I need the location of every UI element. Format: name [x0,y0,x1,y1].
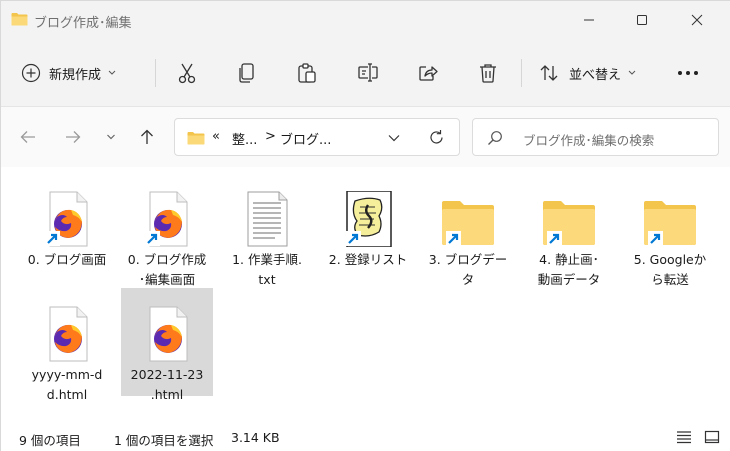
arrow-left-icon [20,131,35,143]
folder-icon [11,13,28,26]
chevron-down-icon [628,70,636,75]
text-file-icon [247,191,288,247]
cut-button[interactable] [174,60,200,86]
paste-icon [298,63,316,83]
firefox-html-icon [149,306,188,362]
command-bar: 新規作成 並べ替え [1,39,730,107]
rename-button[interactable] [355,60,381,86]
large-icons-view-icon[interactable] [704,429,720,445]
chevron-down-icon[interactable] [388,134,400,142]
status-bar: 9 個の項目 1 個の項目を選択 3.14 KB [1,421,730,451]
close-icon [691,14,703,26]
file-name: 5. Googleか ら転送 [633,252,707,287]
window-title: ブログ作成･編集 [34,16,132,31]
list-shortcut-icon [346,191,392,247]
folder-shortcut-icon [644,201,696,246]
item-count: 9 個の項目 [19,433,81,448]
refresh-icon[interactable] [428,129,445,146]
toolbar-divider [155,59,156,87]
file-item[interactable]: 0. ブログ画面 [21,173,113,281]
file-item[interactable]: 1. 作業手順. txt [221,173,313,287]
search-placeholder: ブログ作成･編集の検索 [523,133,655,148]
address-bar[interactable]: « 整... > ブログ... [174,118,460,156]
sort-icon [540,65,558,81]
more-options-button[interactable] [675,61,701,85]
arrow-right-icon [66,131,81,143]
copy-icon [239,63,254,83]
new-button-label: 新規作成 [49,67,102,83]
maximize-icon [637,15,647,25]
file-name: yyyy-mm-d d.html [31,367,103,402]
folder-shortcut-icon [442,201,494,246]
title-bar[interactable]: ブログ作成･編集 [1,1,730,39]
more-icon [678,71,698,75]
file-item[interactable]: 2. 登録リスト [322,173,414,281]
file-item[interactable]: 4. 静止画･ 動画データ [523,173,615,287]
details-view-icon[interactable] [676,429,692,445]
new-button[interactable]: 新規作成 [21,61,116,85]
paste-button[interactable] [294,60,320,86]
close-button[interactable] [674,1,720,39]
selection-count: 1 個の項目を選択 [114,433,214,448]
folder-shortcut-icon [543,201,595,246]
back-button[interactable] [17,126,39,148]
share-button[interactable] [415,60,441,86]
chevron-down-icon [107,134,115,140]
file-name: 1. 作業手順. txt [232,252,302,287]
minimize-icon [584,19,594,21]
recent-locations-button[interactable] [100,126,122,148]
file-name: 3. ブログデー タ [428,252,508,287]
file-name: 2. 登録リスト [328,252,408,267]
file-name: 0. ブログ画面 [27,252,107,267]
firefox-html-icon [49,306,88,362]
arrow-up-icon [141,129,153,144]
explorer-window: ブログ作成･編集 新規作成 並べ替え « 整... > ブログ... ブログ作成… [0,0,730,451]
breadcrumb-item[interactable]: ブログ... [280,129,331,148]
maximize-button[interactable] [619,1,665,39]
search-icon [488,131,502,145]
sort-button[interactable]: 並べ替え [539,61,636,85]
minimize-button[interactable] [566,1,612,39]
breadcrumb-item[interactable]: 整... [232,129,257,148]
file-name: 0. ブログ作成 ･編集画面 [127,252,207,287]
file-item[interactable]: 3. ブログデー タ [422,173,514,287]
delete-button[interactable] [475,60,501,86]
chevron-down-icon [108,70,116,75]
file-item[interactable]: yyyy-mm-d d.html [21,288,113,402]
delete-icon [480,64,496,83]
file-name: 4. 静止画･ 動画データ [537,252,601,287]
file-item-selected[interactable]: 2022-11-23 .html [121,288,213,402]
breadcrumb-overflow[interactable]: « [212,129,220,144]
cut-icon [178,63,196,84]
forward-button[interactable] [62,126,84,148]
folder-icon [187,132,205,145]
firefox-html-shortcut-icon [145,191,188,247]
breadcrumb-separator[interactable]: > [265,129,276,144]
toolbar-divider [521,59,522,87]
file-list: 0. ブログ画面 0. ブログ作成 ･編集画面 1. 作業手順. txt 2. … [1,167,730,421]
rename-icon [358,63,378,82]
selection-size: 3.14 KB [231,430,280,445]
plus-circle-icon [21,63,41,83]
share-icon [419,66,438,81]
file-name: 2022-11-23 .html [130,367,204,402]
sort-button-label: 並べ替え [569,67,622,83]
file-item[interactable]: 0. ブログ作成 ･編集画面 [121,173,213,287]
up-button[interactable] [136,126,158,148]
firefox-html-shortcut-icon [45,191,88,247]
navigation-bar: « 整... > ブログ... ブログ作成･編集の検索 [1,107,730,167]
file-item[interactable]: 5. Googleか ら転送 [624,173,716,287]
copy-button[interactable] [234,60,260,86]
search-input[interactable]: ブログ作成･編集の検索 [472,118,719,156]
